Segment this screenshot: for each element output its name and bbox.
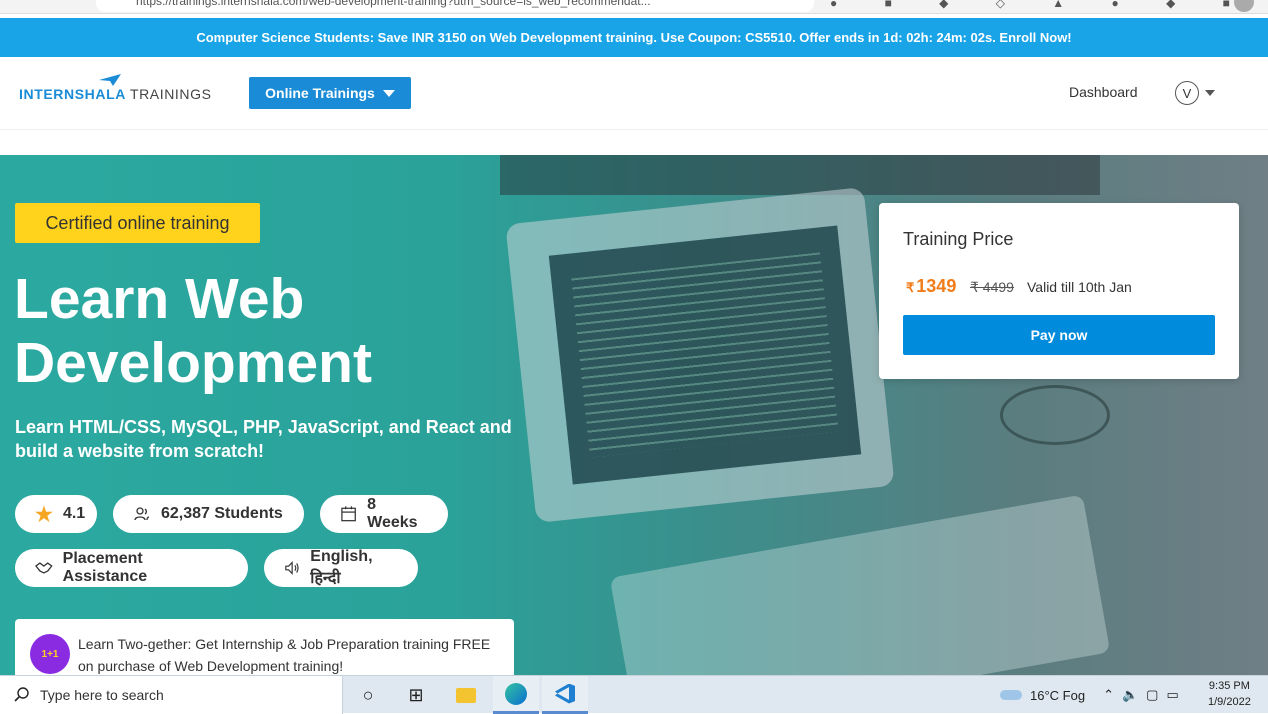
logo-main-text: INTERNSHALA [19, 86, 126, 102]
taskbar-search-placeholder: Type here to search [40, 687, 164, 703]
caret-down-icon [382, 89, 395, 97]
taskbar-clock[interactable]: 9:35 PM 1/9/2022 [1208, 678, 1251, 710]
browser-profile-avatar[interactable] [1234, 0, 1254, 12]
system-tray: 16°C Fog ⌃ 🔈 ▢ ▭ [1000, 676, 1179, 714]
promo-banner[interactable]: Computer Science Students: Save INR 3150… [0, 18, 1268, 57]
placement-pill: Placement Assistance [15, 549, 248, 587]
online-trainings-button[interactable]: Online Trainings [249, 77, 411, 109]
original-price: ₹ 4499 [970, 279, 1014, 295]
vscode-icon[interactable] [542, 676, 588, 714]
battery-icon[interactable]: ▭ [1166, 687, 1178, 703]
paper-plane-icon [99, 74, 121, 86]
clock-time: 9:35 PM [1208, 680, 1250, 692]
site-header: INTERNSHALA TRAININGS Online Trainings Da… [0, 57, 1268, 130]
file-explorer-icon[interactable] [443, 676, 489, 714]
page-subtitle: Learn HTML/CSS, MySQL, PHP, JavaScript, … [15, 417, 512, 461]
edge-browser-icon[interactable] [493, 676, 539, 714]
users-icon [134, 507, 150, 521]
background-glasses [1000, 385, 1110, 445]
duration-value: 8 Weeks [367, 496, 418, 531]
windows-taskbar: Type here to search ○ ⊞ 16°C Fog ⌃ 🔈 ▢ ▭… [0, 675, 1268, 714]
weather-text[interactable]: 16°C Fog [1030, 688, 1085, 703]
pay-now-button[interactable]: Pay now [903, 315, 1215, 355]
two-gether-title: Learn Two-gether: [78, 636, 192, 652]
address-bar[interactable]: https://trainings.internshala.com/web-de… [96, 0, 814, 12]
two-gether-text: Learn Two-gether: Get Internship & Job P… [78, 633, 498, 675]
background-monitor [500, 155, 1100, 195]
current-price: ₹1349 [906, 276, 956, 297]
duration-pill: 8 Weeks [320, 495, 448, 533]
task-view-icon[interactable]: ⊞ [393, 676, 439, 714]
language-value: English, हिन्दी [310, 548, 373, 587]
logo-sub-text: TRAININGS [129, 86, 212, 102]
browser-extension-icons[interactable]: ● ■ ◆ ◇ ▲ ● ◆ ■ [830, 0, 1252, 10]
training-price-card: Training Price ₹1349 ₹ 4499 Valid till 1… [879, 203, 1239, 379]
rating-value: 4.1 [62, 505, 86, 522]
speaker-icon [285, 561, 299, 575]
certified-badge: Certified online training [15, 203, 260, 243]
students-count: 62,387 Students [161, 505, 283, 522]
cortana-icon[interactable]: ○ [345, 676, 391, 714]
two-gether-badge-icon: 1+1 [30, 634, 70, 674]
clock-date: 1/9/2022 [1208, 696, 1251, 708]
rupee-icon: ₹ [906, 280, 915, 295]
price-validity: Valid till 10th Jan [1027, 279, 1132, 295]
taskbar-search-box[interactable]: Type here to search [0, 676, 343, 714]
two-gether-offer-card[interactable]: 1+1 Learn Two-gether: Get Internship & J… [15, 619, 514, 675]
user-menu-caret-icon[interactable] [1205, 90, 1215, 96]
volume-icon[interactable]: 🔈 [1122, 687, 1138, 703]
current-price-value: 1349 [916, 276, 957, 296]
price-card-title: Training Price [903, 229, 1014, 249]
user-avatar[interactable]: V [1175, 81, 1199, 105]
chevron-up-icon[interactable]: ⌃ [1103, 687, 1114, 703]
dashboard-link[interactable]: Dashboard [1069, 84, 1138, 100]
background-keyboard [609, 494, 1111, 675]
calendar-icon [341, 506, 356, 522]
rating-pill: ★ 4.1 [15, 495, 97, 533]
network-icon[interactable]: ▢ [1146, 687, 1158, 703]
language-pill: English, हिन्दी [264, 548, 418, 587]
promo-text: Computer Science Students: Save INR 3150… [196, 30, 1072, 45]
placement-label: Placement Assistance [62, 550, 148, 585]
internshala-logo[interactable]: INTERNSHALA TRAININGS [19, 74, 212, 102]
page-title: Learn Web Development [14, 267, 372, 395]
handshake-icon [35, 562, 53, 574]
star-icon: ★ [35, 503, 53, 526]
background-code-lines [571, 252, 839, 458]
cloud-icon[interactable] [1000, 690, 1022, 700]
search-icon [14, 687, 29, 702]
browser-toolbar: https://trainings.internshala.com/web-de… [0, 0, 1268, 14]
students-pill: 62,387 Students [113, 495, 304, 533]
online-trainings-label: Online Trainings [265, 85, 375, 101]
